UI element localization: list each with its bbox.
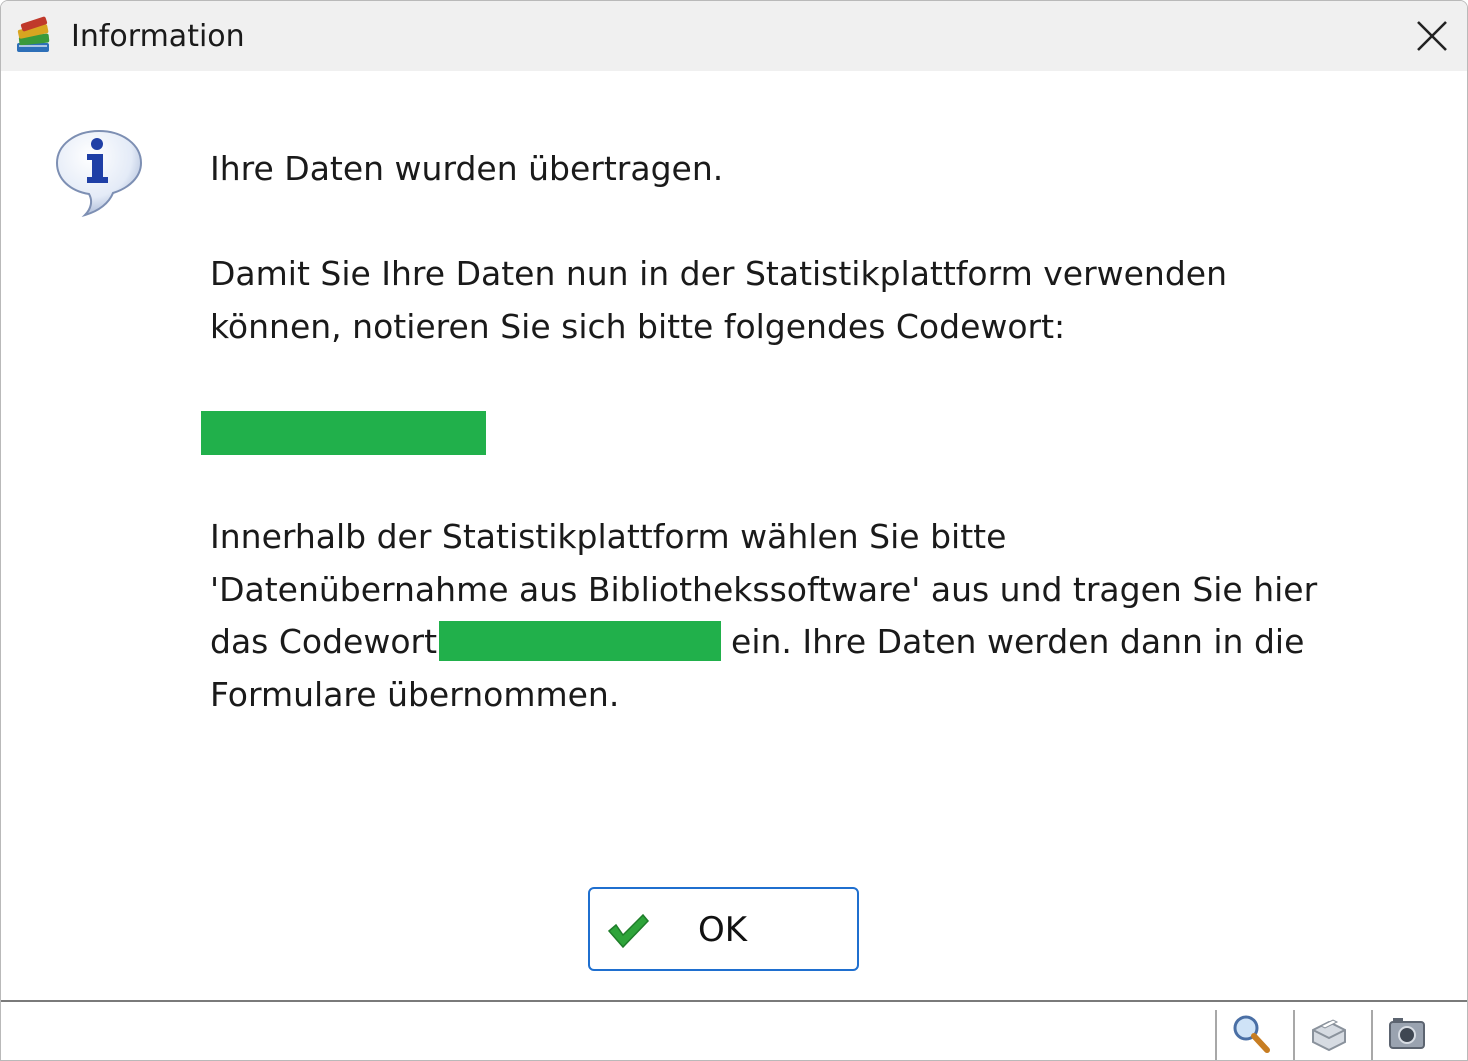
printer-icon[interactable] xyxy=(1307,1012,1351,1056)
books-stack-icon xyxy=(17,16,50,52)
message-paragraph-3-line-3: das Codewort ein. Ihre Daten werden dann … xyxy=(210,615,1304,668)
checkmark-icon xyxy=(607,913,650,949)
window-title: Information xyxy=(71,19,245,54)
message-paragraph-2-line-1: Damit Sie Ihre Daten nun in der Statisti… xyxy=(210,254,1228,293)
title-bar[interactable]: Information xyxy=(1,1,1467,71)
info-speech-bubble-icon xyxy=(55,129,143,217)
message-paragraph-3-line-2: 'Datenübernahme aus Bibliothekssoftware'… xyxy=(210,570,1318,609)
message-paragraph-3-line-4: Formulare übernommen. xyxy=(210,675,620,714)
close-button[interactable] xyxy=(1397,1,1467,71)
message-paragraph-2-line-2: können, notieren Sie sich bitte folgende… xyxy=(210,307,1066,346)
statusbar-separator xyxy=(1371,1010,1373,1060)
statusbar-separator xyxy=(1215,1010,1217,1060)
message-line-1: Ihre Daten wurden übertragen. xyxy=(210,149,724,188)
statusbar-separator xyxy=(1293,1010,1295,1060)
message-paragraph-3-line-1: Innerhalb der Statistikplattform wählen … xyxy=(210,517,1007,556)
codeword-trail-text: ein. Ihre Daten werden dann in die xyxy=(731,622,1305,661)
codeword-lead-text: das Codewort xyxy=(210,622,438,661)
ok-button-label: OK xyxy=(698,910,748,950)
codeword-redacted xyxy=(201,411,486,455)
camera-icon[interactable] xyxy=(1385,1012,1429,1056)
ok-button[interactable]: OK xyxy=(588,887,859,971)
codeword-inline-redacted xyxy=(439,621,722,661)
magnifier-icon[interactable] xyxy=(1229,1012,1273,1056)
close-icon xyxy=(1417,21,1447,51)
information-dialog: Information Ihre Daten wurden übertragen… xyxy=(0,0,1468,1061)
status-bar xyxy=(1,1000,1467,1060)
